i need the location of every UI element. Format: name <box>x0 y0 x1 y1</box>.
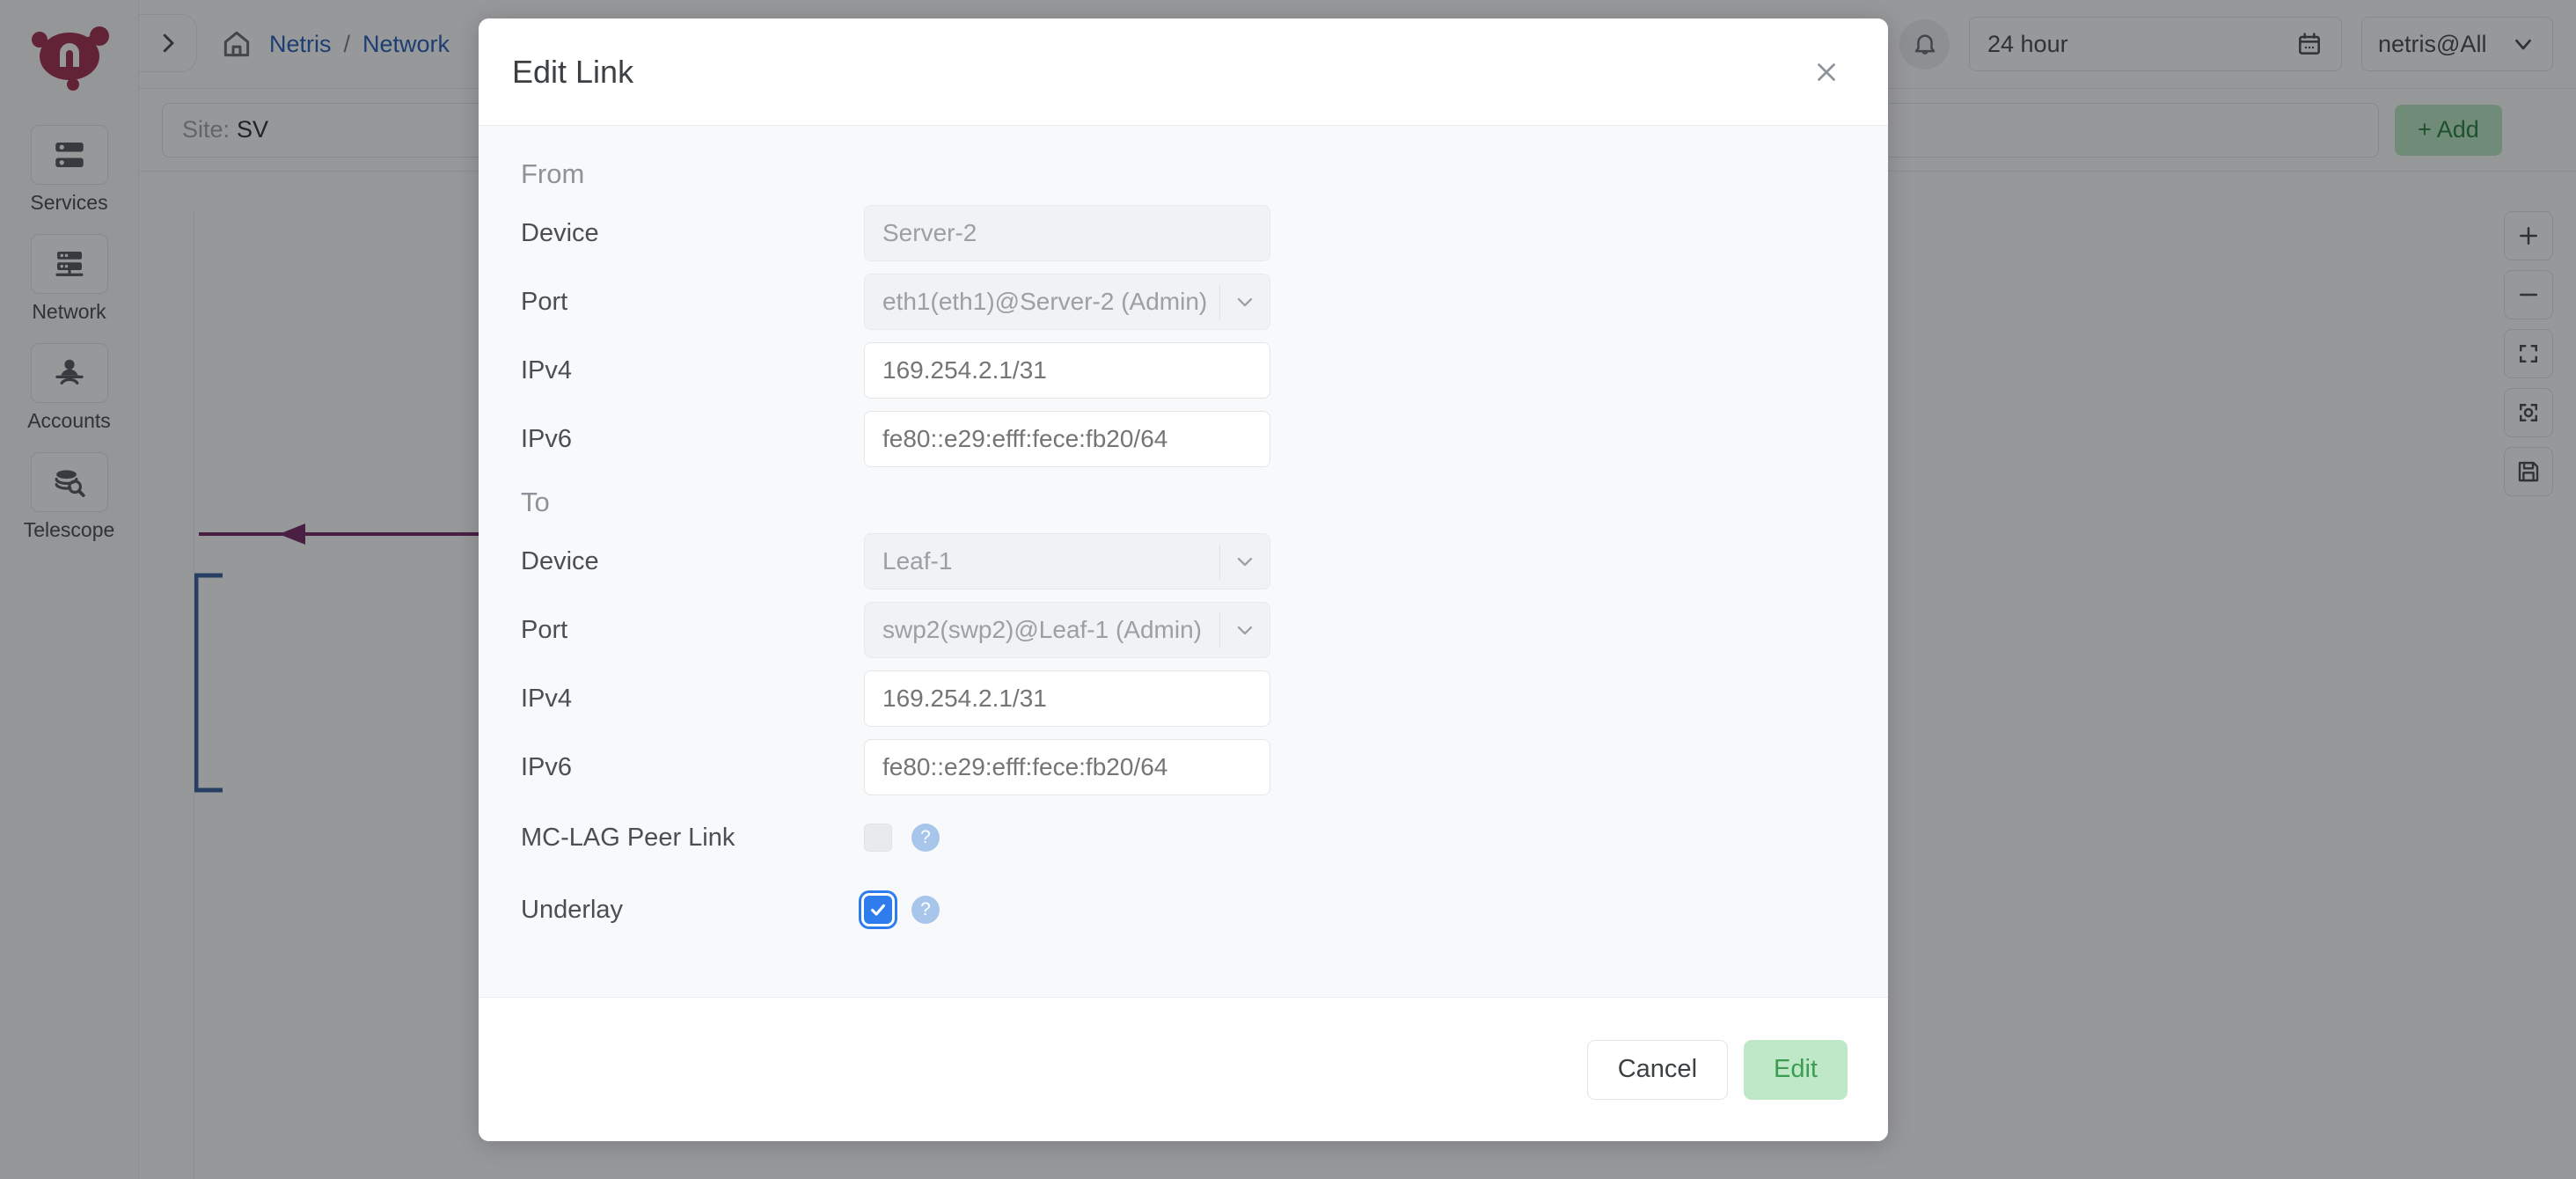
label-mclag-peer-link: MC-LAG Peer Link <box>512 824 864 853</box>
section-title-to: To <box>521 486 1855 518</box>
to-device-value: Leaf-1 <box>882 547 1219 575</box>
to-port-select[interactable]: swp2(swp2)@Leaf-1 (Admin) <box>864 602 1270 658</box>
mclag-peer-link-checkbox[interactable] <box>864 824 892 852</box>
chevron-down-icon <box>1220 603 1270 657</box>
from-device-field: Server-2 <box>864 205 1270 261</box>
underlay-help-icon[interactable]: ? <box>911 896 940 924</box>
from-port-select[interactable]: eth1(eth1)@Server-2 (Admin) <box>864 274 1270 330</box>
form-row-to-device: Device Leaf-1 <box>512 527 1855 596</box>
label-from-ipv4: IPv4 <box>512 356 864 385</box>
form-row-from-ipv4: IPv4 <box>512 336 1855 405</box>
label-to-ipv6: IPv6 <box>512 753 864 782</box>
from-device-value: Server-2 <box>882 219 977 247</box>
modal-title: Edit Link <box>512 54 1804 91</box>
edit-link-modal: Edit Link From Device Server-2 Port <box>479 18 1888 1141</box>
label-underlay: Underlay <box>512 896 864 925</box>
form-row-from-port: Port eth1(eth1)@Server-2 (Admin) <box>512 267 1855 336</box>
section-title-from: From <box>521 157 1855 190</box>
check-icon <box>868 900 888 919</box>
label-to-ipv4: IPv4 <box>512 685 864 714</box>
label-to-port: Port <box>512 616 864 645</box>
modal-header: Edit Link <box>479 18 1888 126</box>
form-row-from-device: Device Server-2 <box>512 199 1855 267</box>
to-device-select[interactable]: Leaf-1 <box>864 533 1270 590</box>
chevron-down-icon <box>1220 534 1270 589</box>
close-icon <box>1811 57 1841 87</box>
close-button[interactable] <box>1804 49 1849 95</box>
form-row-from-ipv6: IPv6 <box>512 405 1855 473</box>
form-row-to-ipv4: IPv4 <box>512 664 1855 733</box>
to-ipv6-input[interactable] <box>864 739 1270 795</box>
modal-footer: Cancel Edit <box>479 997 1888 1141</box>
form-row-underlay: Underlay ? <box>512 874 1855 946</box>
from-ipv6-input[interactable] <box>864 411 1270 467</box>
modal-body: From Device Server-2 Port eth1(eth1)@Ser… <box>479 126 1888 997</box>
underlay-checkbox[interactable] <box>864 896 892 924</box>
label-from-device: Device <box>512 219 864 248</box>
mclag-help-icon[interactable]: ? <box>911 824 940 852</box>
from-port-value: eth1(eth1)@Server-2 (Admin) <box>882 288 1219 316</box>
label-from-ipv6: IPv6 <box>512 425 864 454</box>
from-ipv4-input[interactable] <box>864 342 1270 399</box>
to-ipv4-input[interactable] <box>864 670 1270 727</box>
cancel-button[interactable]: Cancel <box>1587 1040 1728 1100</box>
modal-overlay[interactable]: Edit Link From Device Server-2 Port <box>0 0 2576 1179</box>
form-row-mclag-peer-link: MC-LAG Peer Link ? <box>512 802 1855 874</box>
label-to-device: Device <box>512 547 864 576</box>
form-row-to-port: Port swp2(swp2)@Leaf-1 (Admin) <box>512 596 1855 664</box>
chevron-down-icon <box>1220 275 1270 329</box>
edit-submit-button[interactable]: Edit <box>1744 1040 1848 1100</box>
label-from-port: Port <box>512 288 864 317</box>
to-port-value: swp2(swp2)@Leaf-1 (Admin) <box>882 616 1219 644</box>
form-row-to-ipv6: IPv6 <box>512 733 1855 802</box>
